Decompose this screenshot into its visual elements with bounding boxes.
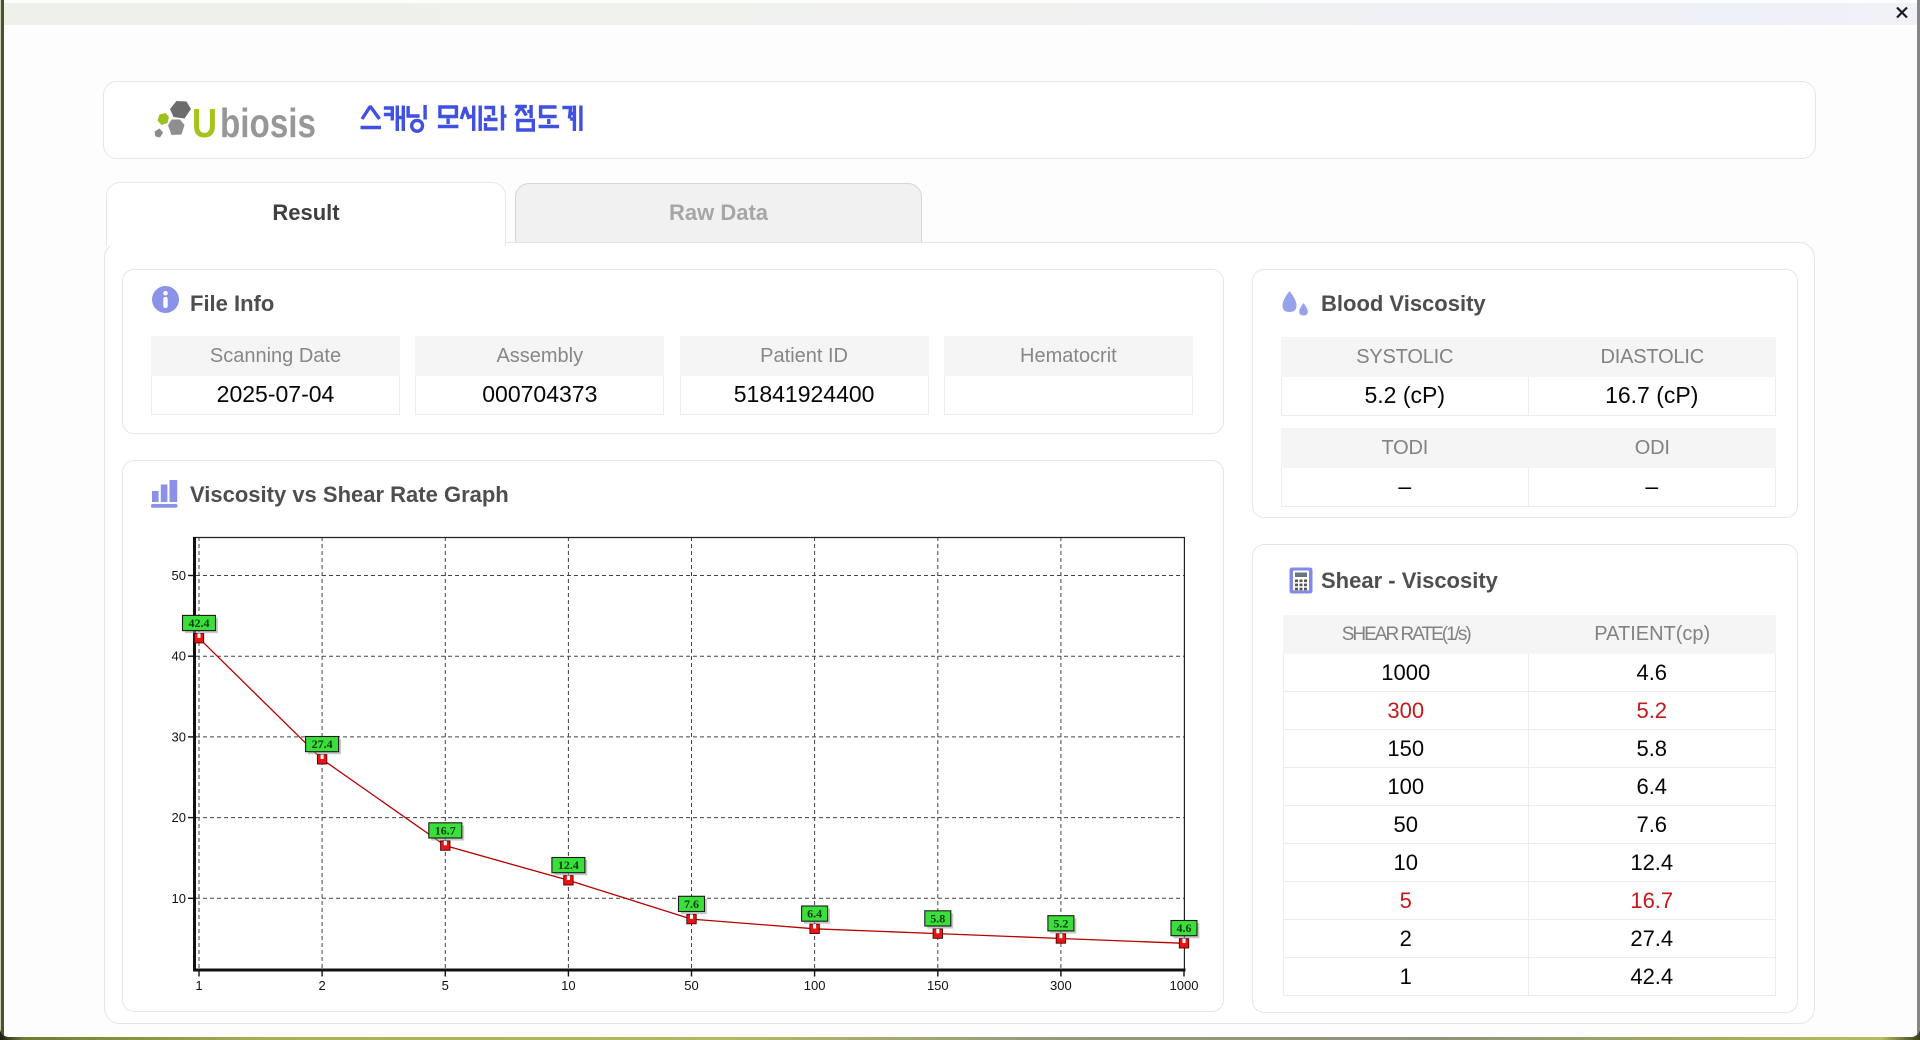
svg-text:12.4: 12.4 <box>558 858 579 872</box>
svg-text:biosis: biosis <box>220 100 316 146</box>
svg-text:5.8: 5.8 <box>930 911 945 925</box>
svg-text:5: 5 <box>442 978 449 993</box>
svg-text:50: 50 <box>172 568 186 583</box>
svg-text:150: 150 <box>927 978 949 993</box>
svg-text:10: 10 <box>172 891 186 906</box>
svg-text:2: 2 <box>318 978 325 993</box>
svg-text:5.2: 5.2 <box>1053 916 1068 930</box>
svg-text:20: 20 <box>172 810 186 825</box>
svg-text:1: 1 <box>195 978 202 993</box>
svg-text:4.6: 4.6 <box>1177 921 1192 935</box>
svg-text:6.4: 6.4 <box>807 907 822 921</box>
svg-text:16.7: 16.7 <box>435 823 456 837</box>
svg-text:40: 40 <box>172 649 186 664</box>
svg-text:U: U <box>192 100 217 146</box>
svg-text:1000: 1000 <box>1170 978 1199 993</box>
svg-text:7.6: 7.6 <box>684 897 699 911</box>
svg-text:50: 50 <box>684 978 698 993</box>
svg-text:300: 300 <box>1050 978 1072 993</box>
svg-text:30: 30 <box>172 729 186 744</box>
svg-text:100: 100 <box>804 978 826 993</box>
svg-text:27.4: 27.4 <box>312 737 333 751</box>
svg-text:10: 10 <box>561 978 575 993</box>
svg-text:42.4: 42.4 <box>189 616 210 630</box>
